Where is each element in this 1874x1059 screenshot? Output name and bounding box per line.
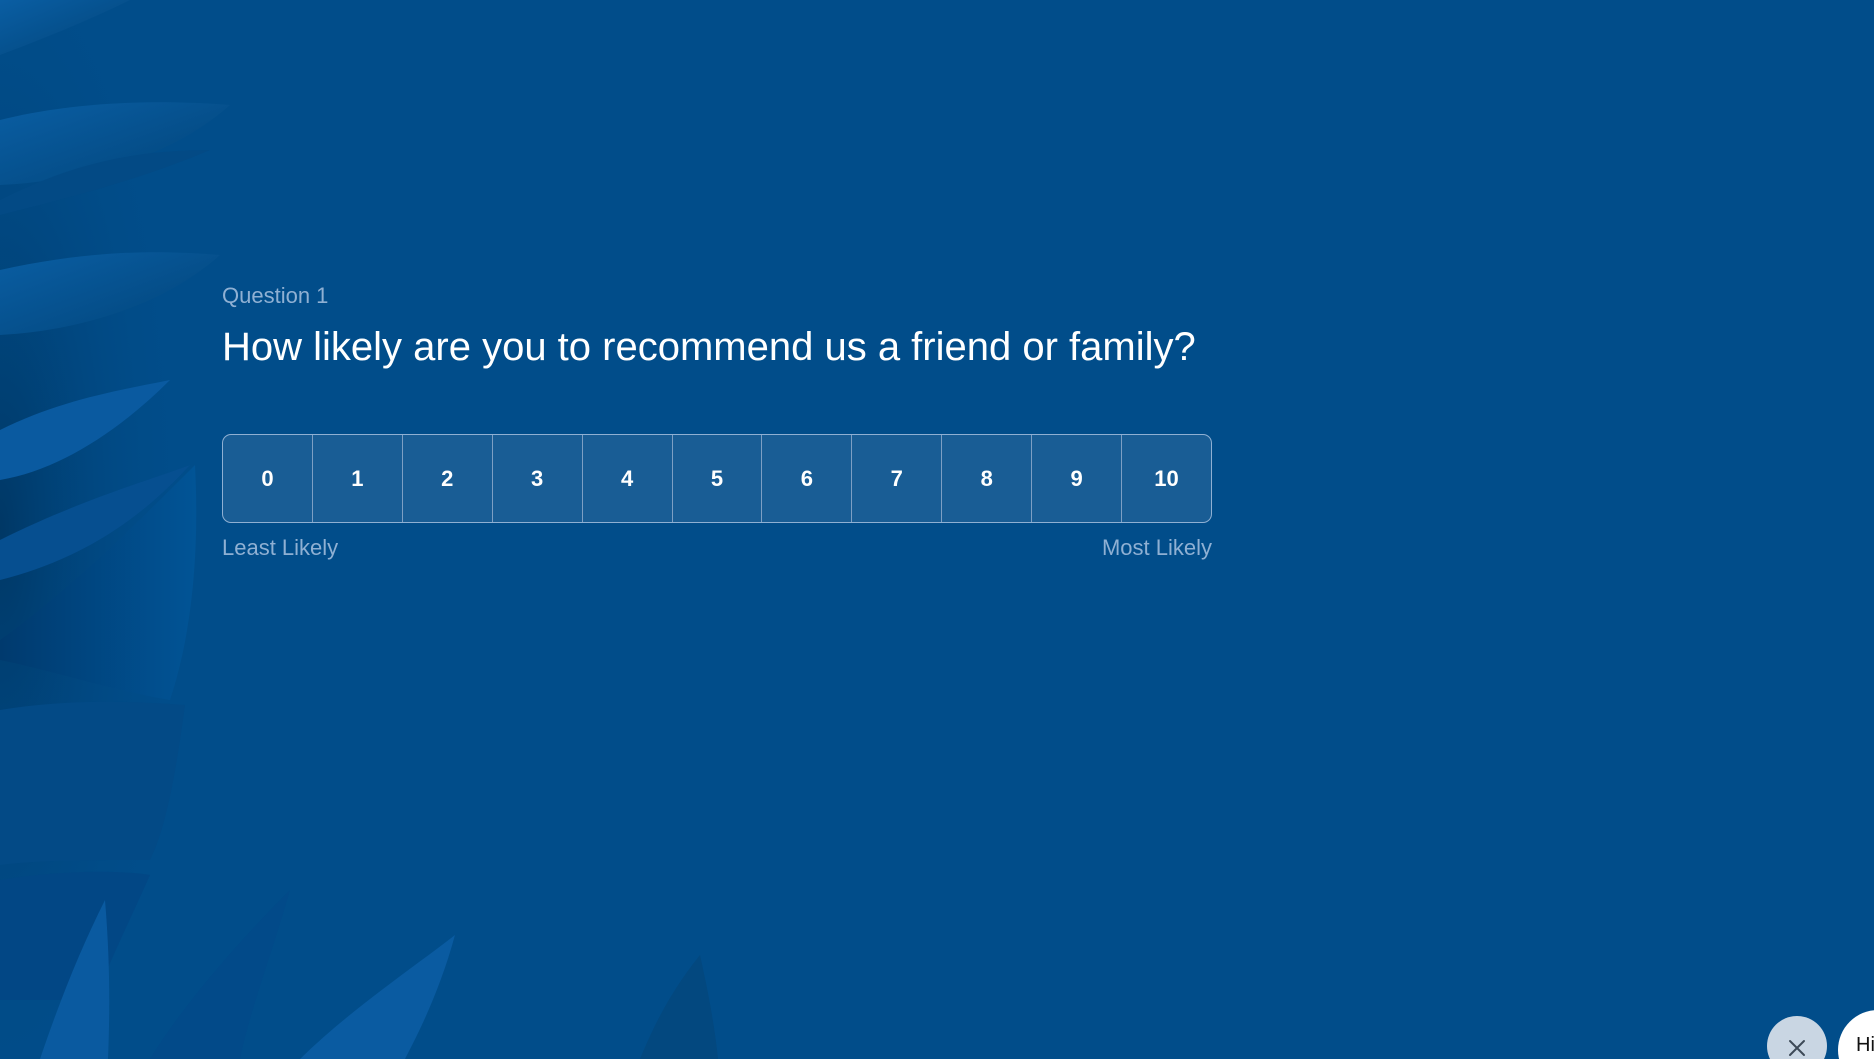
rating-option-8[interactable]: 8 (942, 435, 1033, 522)
most-likely-label: Most Likely (1101, 535, 1212, 560)
least-likely-label: Least Likely (222, 535, 339, 560)
rating-option-7[interactable]: 7 (852, 435, 943, 522)
question-block: Question 1 How likely are you to recomme… (222, 281, 1212, 373)
rating-option-5[interactable]: 5 (673, 435, 763, 522)
rating-option-9[interactable]: 9 (1032, 435, 1123, 522)
rating-option-10[interactable]: 10 (1122, 435, 1211, 522)
rating-option-2[interactable]: 2 (403, 435, 493, 522)
background-leaf-art (0, 0, 718, 1059)
rating-option-3[interactable]: 3 (493, 435, 583, 522)
chat-greeting-text: Hi (1856, 1034, 1874, 1056)
question-text: How likely are you to recommend us a fri… (222, 325, 1196, 369)
rating-option-0[interactable]: 0 (223, 435, 313, 522)
rating-option-6[interactable]: 6 (762, 435, 853, 522)
close-icon (1789, 1040, 1805, 1056)
nps-rating-scale: 0 1 2 3 4 5 6 7 8 9 10 (222, 434, 1212, 523)
scale-labels: Least Likely Most Likely (222, 533, 1212, 563)
question-number: Question 1 (222, 283, 329, 308)
rating-option-4[interactable]: 4 (583, 435, 673, 522)
rating-option-1[interactable]: 1 (313, 435, 403, 522)
